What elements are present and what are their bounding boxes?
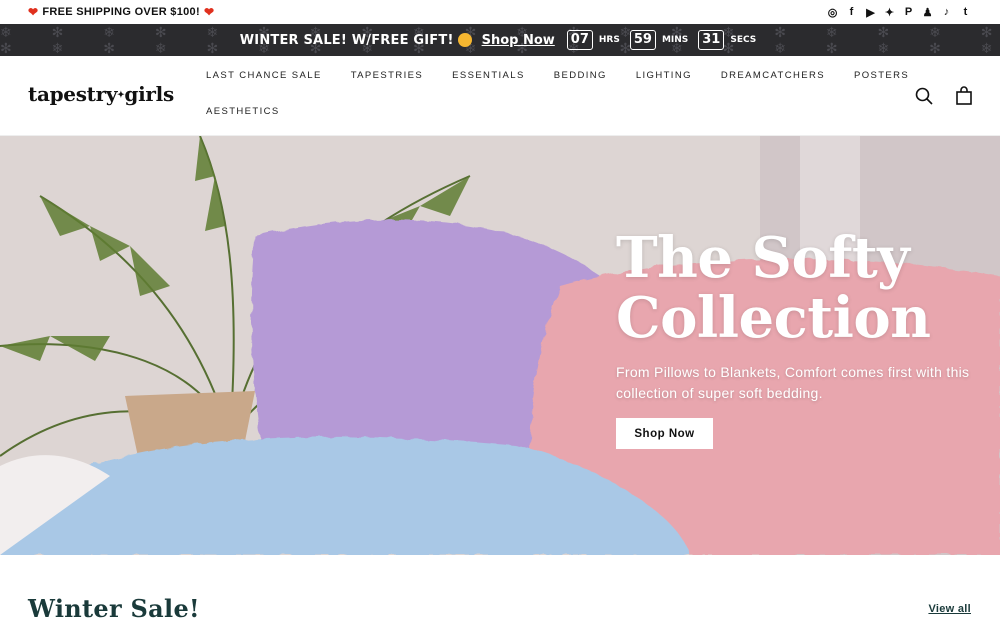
pinterest-icon[interactable]: P — [902, 6, 915, 19]
cart-bag-icon[interactable] — [954, 86, 974, 106]
youtube-icon[interactable]: ▶ — [864, 6, 877, 19]
countdown-hours-label: HRS — [598, 35, 620, 45]
hero-title-line1: The Softy — [616, 225, 910, 291]
countdown-minutes-label: MINS — [661, 35, 689, 45]
facebook-icon[interactable]: f — [845, 6, 858, 19]
winter-sale-heading: Winter Sale! — [28, 594, 200, 623]
twitter-icon[interactable]: ✦ — [883, 6, 896, 19]
countdown-hours: 07 — [566, 30, 593, 50]
hero-title-line2: Collection — [616, 285, 931, 351]
nav-item-lighting[interactable]: LIGHTING — [636, 70, 692, 84]
nav-item-last-chance-sale[interactable]: LAST CHANCE SALE — [206, 70, 322, 84]
heart-icon: ❤ — [203, 5, 215, 19]
hero-shop-now-button[interactable]: Shop Now — [616, 418, 713, 449]
promo-shop-now-link[interactable]: Shop Now — [482, 33, 555, 48]
nav-item-tapestries[interactable]: TAPESTRIES — [351, 70, 423, 84]
countdown-minutes: 59 — [629, 30, 656, 50]
nav-item-dreamcatchers[interactable]: DREAMCATCHERS — [721, 70, 825, 84]
free-shipping-banner: ❤ FREE SHIPPING OVER $100! ❤ — [28, 5, 214, 19]
nav-item-posters[interactable]: POSTERS — [854, 70, 909, 84]
nav-item-essentials[interactable]: ESSENTIALS — [452, 70, 525, 84]
hero-title: The Softy Collection — [616, 225, 931, 351]
promo-bar: ❄ ✻ ❄ ✻ ❄ ✻ ❄ ✻ ❄ ✻ ❄ ✻ ❄ ✻ ❄ ✻ ❄ ✻ ❄ ✻ … — [0, 24, 1000, 56]
nav-item-bedding[interactable]: BEDDING — [554, 70, 607, 84]
countdown-seconds: 31 — [698, 30, 725, 50]
heart-eyes-emoji-icon — [457, 33, 472, 47]
free-shipping-text: FREE SHIPPING OVER $100! — [42, 6, 200, 18]
heart-icon: ❤ — [28, 5, 39, 19]
countdown-seconds-label: SECS — [730, 35, 757, 45]
site-logo[interactable]: tapestry✦girls — [28, 82, 174, 106]
header-actions — [914, 86, 974, 106]
promo-text: WINTER SALE! W/FREE GIFT! — [239, 32, 454, 48]
tiktok-icon[interactable]: ♪ — [940, 6, 953, 19]
tumblr-icon[interactable]: t — [959, 6, 972, 19]
social-links: ◎ f ▶ ✦ P ♟ ♪ t — [826, 6, 972, 19]
view-all-link[interactable]: View all — [928, 603, 971, 615]
logo-text-right: girls — [124, 82, 174, 106]
site-header: tapestry✦girls LAST CHANCE SALE TAPESTRI… — [0, 56, 1000, 136]
search-icon[interactable] — [914, 86, 934, 106]
instagram-icon[interactable]: ◎ — [826, 6, 839, 19]
logo-text-left: tapestry — [28, 82, 118, 106]
snapchat-icon[interactable]: ♟ — [921, 6, 934, 19]
main-nav: LAST CHANCE SALE TAPESTRIES ESSENTIALS B… — [206, 70, 908, 142]
nav-item-aesthetics[interactable]: AESTHETICS — [206, 106, 280, 120]
hero-banner: The Softy Collection From Pillows to Bla… — [0, 136, 1000, 555]
utility-bar: ❤ FREE SHIPPING OVER $100! ❤ ◎ f ▶ ✦ P ♟… — [0, 0, 1000, 24]
hero-subtitle: From Pillows to Blankets, Comfort comes … — [616, 364, 970, 401]
